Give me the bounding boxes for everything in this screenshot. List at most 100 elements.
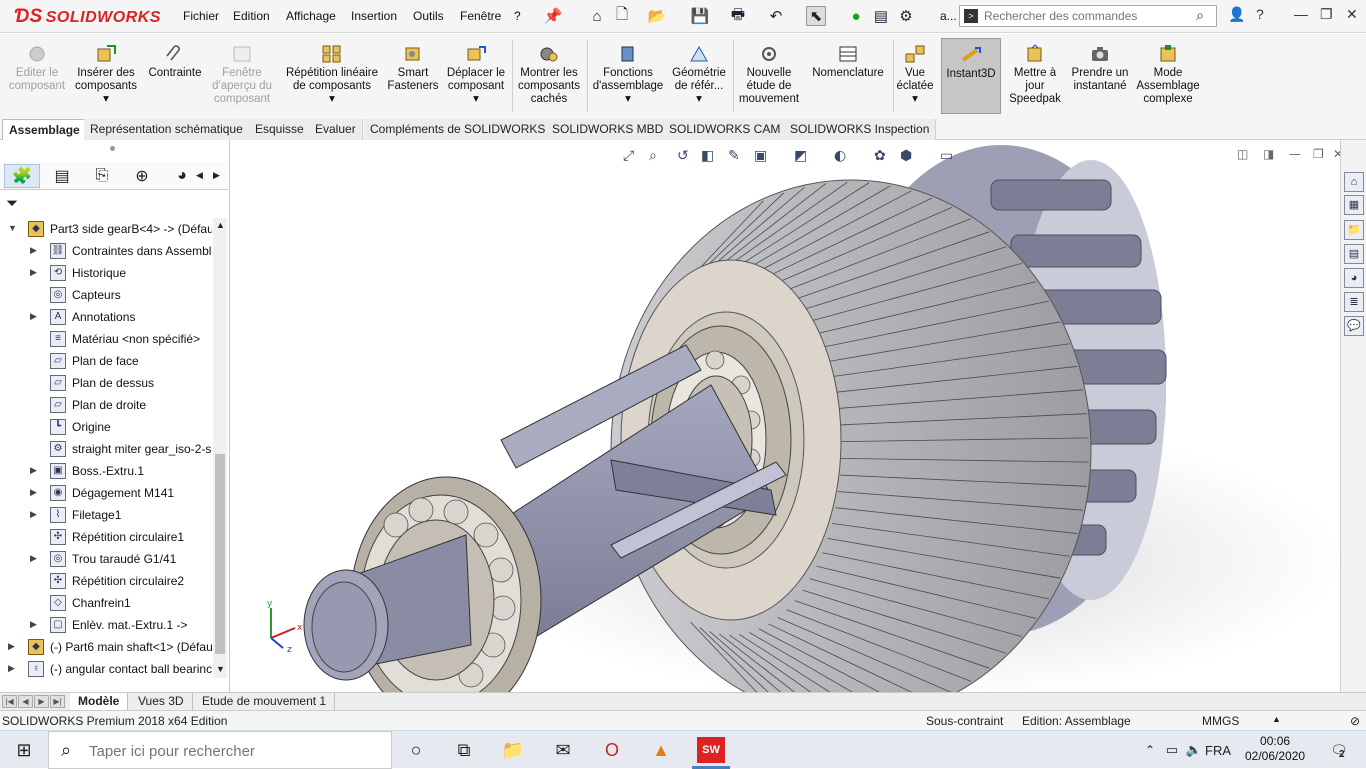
viewport-next-icon[interactable]: ◨ xyxy=(1263,147,1274,161)
expand-arrow-icon[interactable]: ▶ xyxy=(8,663,15,674)
user-account-icon[interactable]: 👤 xyxy=(1228,6,1245,23)
preview-window-button[interactable]: Fenêtre d'aperçu du composant xyxy=(208,38,276,106)
tab-scroll-right-icon[interactable]: ▶ xyxy=(213,170,220,181)
chevron-down-icon[interactable]: ▾ xyxy=(103,93,109,105)
expand-arrow-icon[interactable]: ▶ xyxy=(30,487,37,498)
tree-scrollbar[interactable]: ▲ ▼ xyxy=(213,218,227,678)
menu-fenetre[interactable]: Fenêtre xyxy=(460,9,501,23)
minimize-icon[interactable]: — xyxy=(1294,6,1308,22)
file-properties-icon[interactable]: ▤ xyxy=(871,6,891,26)
options-gear-icon[interactable]: ⚙ xyxy=(896,6,916,26)
feature-tree-item[interactable]: ▶ ⛓ Contraintes dans Assembl xyxy=(0,240,212,262)
feature-tree-item[interactable]: ▶ ▢ Enlèv. mat.-Extru.1 -> xyxy=(0,614,212,636)
opera-browser-icon[interactable]: O xyxy=(598,737,626,763)
pin-icon[interactable]: 📌 xyxy=(543,6,563,26)
system-clock[interactable]: 00:06 02/06/2020 xyxy=(1245,734,1305,764)
feature-tree-item[interactable]: ┗ Origine xyxy=(0,416,212,438)
solidworks-logo[interactable]: ƊS SOLIDWORKS xyxy=(14,6,161,28)
tab-evaluer[interactable]: Evaluer xyxy=(309,119,363,140)
configuration-manager-tab-icon[interactable]: ⎘ xyxy=(84,164,120,188)
feature-tree-item[interactable]: ▱ Plan de droite xyxy=(0,394,212,416)
appearances-icon[interactable]: ◕ xyxy=(1344,268,1364,288)
view-palette-icon[interactable]: ▤ xyxy=(1344,244,1364,264)
first-tab-icon[interactable]: |◀ xyxy=(2,695,17,708)
save-icon[interactable]: 💾 xyxy=(690,6,710,26)
scrollbar-thumb[interactable] xyxy=(215,454,225,654)
previous-view-icon[interactable]: ↺ xyxy=(677,148,689,164)
feature-tree-item[interactable]: ▶ ◎ Trou taraudé G1/41 xyxy=(0,548,212,570)
gear-assembly-render[interactable]: ⤢ ⌕ ↺ ◧ ✎ ▣ ◩ ◐ ✿ ⬢ ▭ ◫ ◨ — ❐ ✕ y x z xyxy=(231,140,1340,692)
instant3d-button[interactable]: Instant3D xyxy=(941,38,1001,114)
filter-icon[interactable]: ⏷ xyxy=(6,195,18,212)
windows-start-icon[interactable]: ⊞ xyxy=(10,737,38,763)
take-snapshot-button[interactable]: Prendre un instantané xyxy=(1070,38,1130,93)
home-icon[interactable]: ⌂ xyxy=(587,6,607,26)
feature-tree-item[interactable]: ▶ ◉ Dégagement M141 xyxy=(0,482,212,504)
solidworks-taskbar-icon[interactable]: SW xyxy=(697,737,725,763)
next-tab-icon[interactable]: ▶ xyxy=(34,695,49,708)
panel-grip[interactable] xyxy=(110,146,115,151)
tab-representation-schematique[interactable]: Représentation schématique xyxy=(84,119,250,140)
dimxpert-tab-icon[interactable]: ⊕ xyxy=(124,164,160,188)
unit-system-chevron-icon[interactable]: ▲ xyxy=(1272,714,1281,724)
tab-modele[interactable]: Modèle xyxy=(70,693,129,710)
viewport-minimize-icon[interactable]: — xyxy=(1289,147,1301,161)
chevron-down-icon[interactable]: ▾ xyxy=(912,93,918,105)
file-explorer-icon[interactable]: 📁 xyxy=(499,737,527,763)
feature-tree-item[interactable]: ≡ Matériau <non spécifié> xyxy=(0,328,212,350)
menu-fichier[interactable]: Fichier xyxy=(183,9,219,23)
viewport-restore-icon[interactable]: ❐ xyxy=(1313,147,1324,161)
cortana-icon[interactable]: ○ xyxy=(402,737,430,763)
apply-scene-icon[interactable]: ⬢ xyxy=(900,148,912,164)
chevron-down-icon[interactable]: ▾ xyxy=(696,93,702,105)
rebuild-traffic-light-icon[interactable]: ● xyxy=(846,6,866,26)
menu-outils[interactable]: Outils xyxy=(413,9,444,23)
last-tab-icon[interactable]: ▶| xyxy=(50,695,65,708)
tab-inspection[interactable]: SOLIDWORKS Inspection xyxy=(784,119,937,140)
show-hidden-components-button[interactable]: Montrer les composants cachés xyxy=(515,38,583,106)
edit-component-button[interactable]: Editer le composant xyxy=(4,38,70,93)
bom-button[interactable]: Nomenclature xyxy=(806,38,890,80)
feature-tree-item[interactable]: ⚙ straight miter gear_iso-2-s xyxy=(0,438,212,460)
expand-arrow-icon[interactable]: ▶ xyxy=(30,509,37,520)
mate-button[interactable]: Contrainte xyxy=(144,38,206,80)
linear-pattern-button[interactable]: Répétition linéaire de composants ▾ xyxy=(280,38,384,106)
view-settings-icon[interactable]: ▭ xyxy=(940,148,953,164)
task-view-icon[interactable]: ⧉ xyxy=(450,737,478,763)
feature-tree-item[interactable]: ◎ Capteurs xyxy=(0,284,212,306)
section-view-icon[interactable]: ◧ xyxy=(701,148,714,164)
property-manager-tab-icon[interactable]: ▤ xyxy=(44,164,80,188)
new-document-icon[interactable]: 🗋 xyxy=(612,6,632,26)
scroll-down-icon[interactable]: ▼ xyxy=(216,664,225,674)
command-search-input[interactable] xyxy=(984,8,1184,24)
smart-fasteners-button[interactable]: Smart Fasteners xyxy=(386,38,440,93)
undo-icon[interactable]: ↶ xyxy=(766,6,786,26)
print-icon[interactable]: 🖶 xyxy=(728,6,748,26)
collapse-arrow-icon[interactable]: ▼ xyxy=(8,223,17,233)
feature-tree-item[interactable]: ▶ ⌇ Filetage1 xyxy=(0,504,212,526)
feature-tree-item[interactable]: ▶ A Annotations xyxy=(0,306,212,328)
tab-cam[interactable]: SOLIDWORKS CAM xyxy=(663,119,788,140)
dynamic-annotation-icon[interactable]: ✎ xyxy=(728,148,740,164)
file-explorer-icon[interactable]: 📁 xyxy=(1344,220,1364,240)
update-speedpak-button[interactable]: Mettre à jour Speedpak xyxy=(1006,38,1064,106)
open-folder-icon[interactable]: 📂 xyxy=(647,6,667,26)
view-orientation-icon[interactable]: ▣ xyxy=(754,148,767,164)
zoom-to-fit-icon[interactable]: ⤢ xyxy=(623,148,634,164)
menu-affichage[interactable]: Affichage xyxy=(286,9,336,23)
reference-geometry-button[interactable]: Géométrie de référ... ▾ xyxy=(668,38,730,106)
help-icon[interactable]: ? xyxy=(1256,6,1264,22)
menu-edition[interactable]: Edition xyxy=(233,9,270,23)
vlc-icon[interactable]: ▲ xyxy=(647,737,675,763)
feature-tree-item[interactable]: ▶ ◆ (-) Part6 main shaft<1> (Défau xyxy=(0,636,212,658)
display-manager-tab-icon[interactable]: ◕ xyxy=(164,164,200,188)
menu-insertion[interactable]: Insertion xyxy=(351,9,397,23)
display-style-icon[interactable]: ◩ xyxy=(794,148,807,164)
expand-arrow-icon[interactable]: ▶ xyxy=(30,465,37,476)
expand-arrow-icon[interactable]: ▶ xyxy=(8,641,15,652)
taskbar-search[interactable]: ⌕ xyxy=(48,731,392,769)
feature-tree-item[interactable]: ▶ ▣ Boss.-Extru.1 xyxy=(0,460,212,482)
tab-esquisse[interactable]: Esquisse xyxy=(249,119,311,140)
feature-tree-item[interactable]: ◇ Chanfrein1 xyxy=(0,592,212,614)
tab-mbd[interactable]: SOLIDWORKS MBD xyxy=(546,119,671,140)
